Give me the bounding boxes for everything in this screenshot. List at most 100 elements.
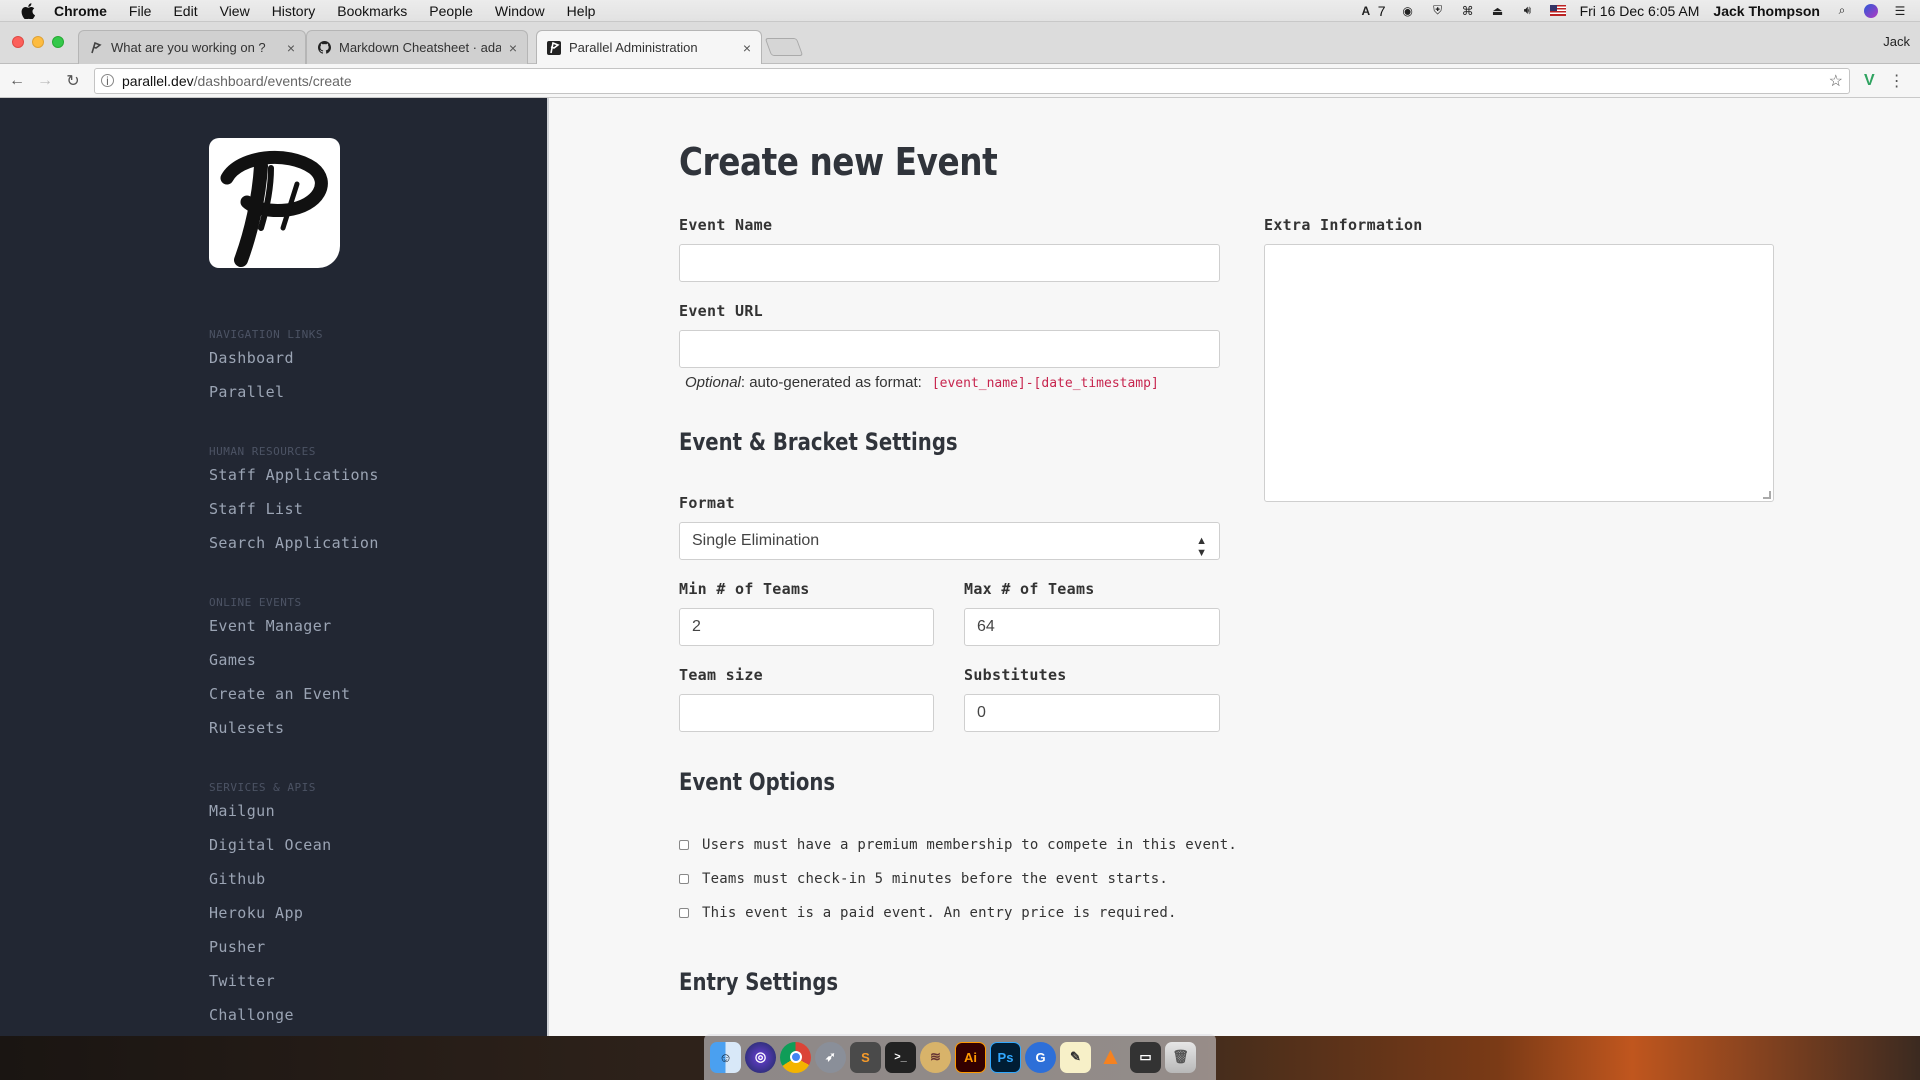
bracket-settings-heading: Event & Bracket Settings [679,428,958,456]
nav-link-github[interactable]: Github [209,870,332,904]
parallel-logo[interactable] [209,138,340,268]
apple-icon[interactable] [20,2,36,19]
checkin-option[interactable]: Teams must check-in 5 minutes before the… [679,871,1168,887]
notes-icon[interactable]: ✎ [1060,1041,1091,1073]
spotlight-icon[interactable]: ⌕ [1834,3,1850,18]
menu-file[interactable]: File [129,3,152,19]
profile-name[interactable]: Jack [1883,34,1910,49]
browser-tab-active[interactable]: Parallel Administration × [536,30,762,64]
close-tab-icon[interactable]: × [287,40,295,56]
shield-icon[interactable]: ⛨ [1430,3,1446,18]
menu-edit[interactable]: Edit [173,3,197,19]
back-arrow-icon[interactable]: ← [6,70,28,92]
sequel-icon[interactable]: ≋ [920,1041,951,1073]
nav-link-parallel[interactable]: Parallel [209,383,323,417]
terminal-icon[interactable]: >_ [885,1041,916,1073]
finder-icon[interactable]: ☺ [710,1041,741,1073]
menu-window[interactable]: Window [495,3,545,19]
team-size-input[interactable] [679,694,934,732]
bookmark-star-icon[interactable]: ☆ [1829,71,1843,91]
network-icon[interactable]: ⌘ [1460,4,1476,18]
siri-icon[interactable] [1864,3,1878,18]
menu-people[interactable]: People [429,3,473,19]
url-format-code: [event_name]-[date_timestamp] [931,376,1159,391]
chrome-menu-icon[interactable]: ⋮ [1889,71,1905,91]
nav-link-mailgun[interactable]: Mailgun [209,802,332,836]
address-bar[interactable]: i parallel.dev/dashboard/events/create ☆ [94,67,1850,94]
forward-arrow-icon[interactable]: → [34,70,56,92]
nav-link-digital-ocean[interactable]: Digital Ocean [209,836,332,870]
volume-icon[interactable]: 🔊︎ [1520,3,1536,18]
close-tab-icon[interactable]: × [743,40,751,56]
launchpad-icon[interactable]: ➶ [815,1041,846,1073]
macos-menubar: Chrome File Edit View History Bookmarks … [0,0,1920,22]
nav-heading: Services & APIs [209,781,316,794]
paid-event-option[interactable]: This event is a paid event. An entry pri… [679,905,1177,921]
browser-tab-strip: What are you working on ? × Markdown Che… [0,22,1920,64]
git-icon[interactable]: G [1025,1041,1056,1073]
vlc-icon[interactable]: ▲ [1095,1042,1126,1073]
siri-icon[interactable]: ◎ [745,1041,776,1073]
new-tab-button[interactable] [764,38,804,56]
nav-section-online-events: Online Events Event Manager Games Create… [209,596,350,753]
tab-title: Markdown Cheatsheet · adam-p [339,40,501,55]
user-name[interactable]: Jack Thompson [1713,3,1820,19]
nav-link-challonge[interactable]: Challonge [209,1006,332,1036]
photoshop-icon[interactable]: Ps [990,1041,1021,1073]
menu-app-name[interactable]: Chrome [54,3,107,19]
sublime-icon[interactable]: S [850,1041,881,1073]
close-window-button[interactable] [12,36,24,48]
nav-heading: Human Resources [209,445,316,458]
chrome-icon[interactable] [780,1041,811,1073]
premium-checkbox[interactable] [679,840,689,850]
premium-option[interactable]: Users must have a premium membership to … [679,837,1237,853]
nav-link-twitter[interactable]: Twitter [209,972,332,1006]
notification-center-icon[interactable]: ☰ [1892,4,1908,18]
eject-icon[interactable]: ⏏ [1490,4,1506,18]
max-teams-input[interactable]: 64 [964,608,1220,646]
menu-view[interactable]: View [220,3,250,19]
menu-bookmarks[interactable]: Bookmarks [337,3,407,19]
zoom-window-button[interactable] [52,36,64,48]
nav-link-pusher[interactable]: Pusher [209,938,332,972]
nav-link-heroku-app[interactable]: Heroku App [209,904,332,938]
nav-link-staff-applications[interactable]: Staff Applications [209,466,379,500]
illustrator-icon[interactable]: Ai [955,1041,986,1073]
clock[interactable]: Fri 16 Dec 6:05 AM [1580,3,1700,19]
event-name-input[interactable] [679,244,1220,282]
adobe-tray-item[interactable]: A7 [1358,3,1385,19]
browser-tab[interactable]: Markdown Cheatsheet · adam-p × [306,30,528,64]
info-icon[interactable]: i [101,74,114,88]
nav-link-games[interactable]: Games [209,651,350,685]
minimize-window-button[interactable] [32,36,44,48]
nav-link-create-event[interactable]: Create an Event [209,685,350,719]
nav-link-staff-list[interactable]: Staff List [209,500,379,534]
window-controls [12,36,64,48]
resize-handle[interactable] [1763,491,1771,499]
nav-link-event-manager[interactable]: Event Manager [209,617,350,651]
vue-devtools-icon[interactable]: V [1864,72,1875,90]
nav-link-rulesets[interactable]: Rulesets [209,719,350,753]
tab-title: What are you working on ? [111,40,266,55]
format-select[interactable]: Single Elimination ▲ ▼ [679,522,1220,560]
nvidia-icon[interactable]: ◉ [1400,4,1416,18]
flag-icon[interactable] [1549,5,1566,16]
extra-info-textarea[interactable] [1264,244,1774,502]
menu-help[interactable]: Help [567,3,596,19]
menu-history[interactable]: History [272,3,316,19]
close-tab-icon[interactable]: × [509,40,517,56]
option-label: Teams must check-in 5 minutes before the… [702,871,1168,887]
browser-tab[interactable]: What are you working on ? × [78,30,306,64]
trash-icon[interactable]: 🗑︎ [1165,1041,1196,1073]
event-name-label: Event Name [679,216,773,234]
nav-link-search-application[interactable]: Search Application [209,534,379,568]
nav-link-dashboard[interactable]: Dashboard [209,349,323,383]
event-url-input[interactable] [679,330,1220,368]
paid-event-checkbox[interactable] [679,908,689,918]
checkin-checkbox[interactable] [679,874,689,884]
substitutes-input[interactable]: 0 [964,694,1220,732]
screen-icon[interactable]: ▭ [1130,1041,1161,1073]
sidebar: Navigation Links Dashboard Parallel Huma… [0,98,549,1036]
reload-icon[interactable]: ↻ [62,70,84,92]
min-teams-input[interactable]: 2 [679,608,934,646]
